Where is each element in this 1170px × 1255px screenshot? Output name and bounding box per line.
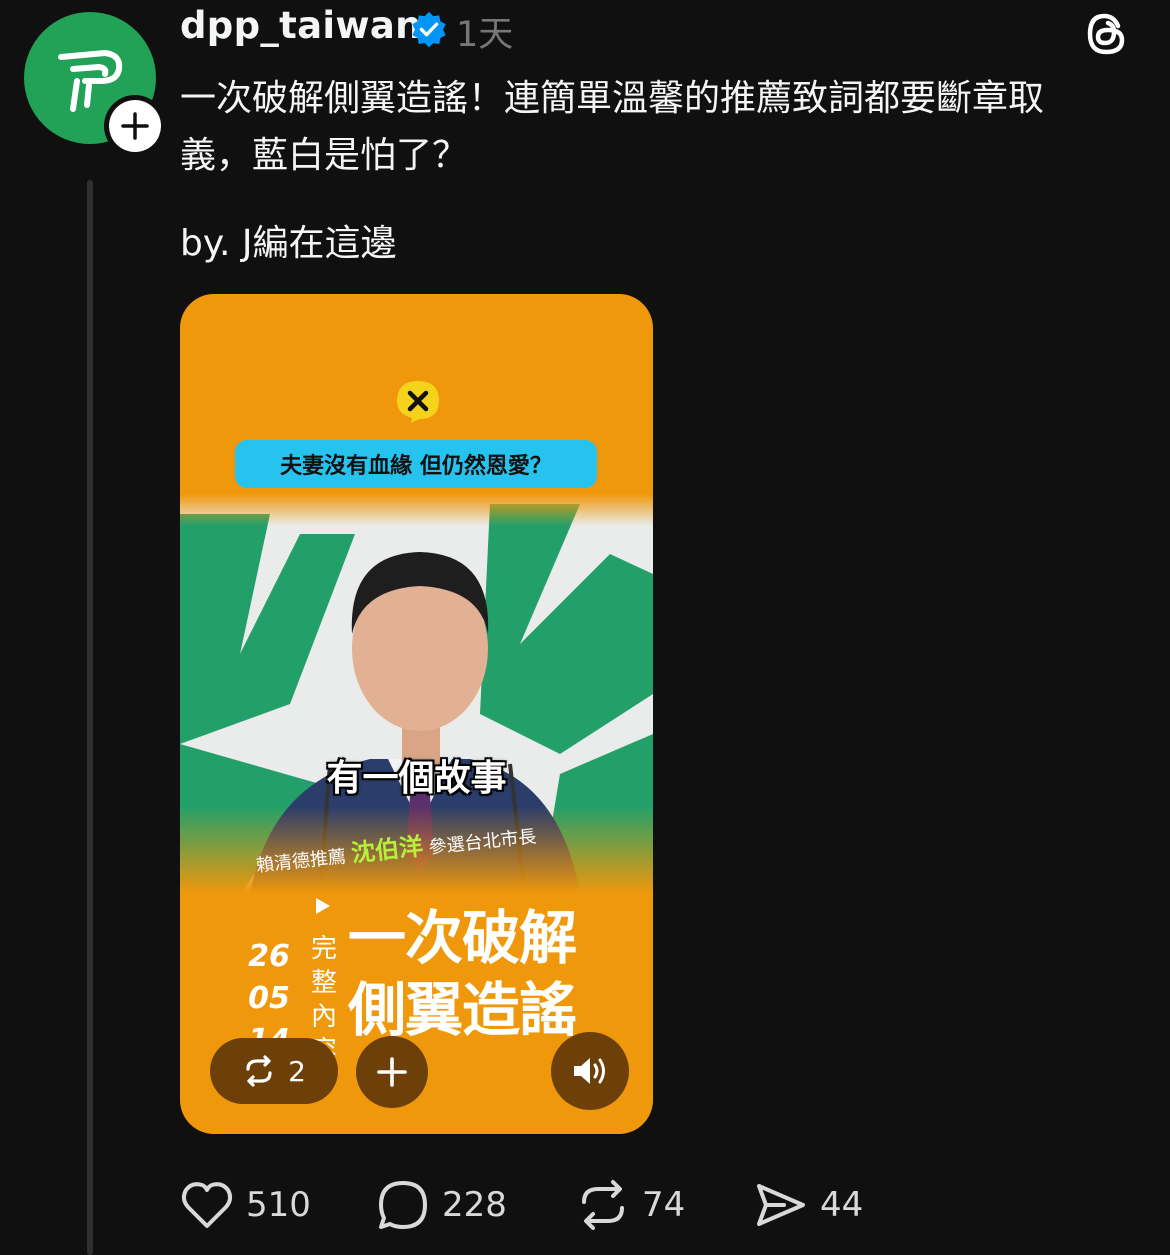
threads-logo-icon[interactable] <box>1080 8 1132 60</box>
repost-icon <box>582 1180 624 1230</box>
media-repost-count: 2 <box>288 1054 306 1088</box>
full-content-char: 整 <box>310 968 337 998</box>
post-text-line1: 一次破解側翼造謠！連簡單溫馨的推薦致詞都要斷章取 <box>180 78 1045 119</box>
question-banner: 夫妻沒有血緣 但仍然恩愛？ <box>235 440 597 488</box>
heart-icon <box>181 1182 233 1228</box>
share-icon <box>757 1184 805 1226</box>
media-repost-button[interactable]: 2 <box>210 1038 338 1104</box>
share-button[interactable]: 44 <box>754 1172 863 1238</box>
video-media[interactable]: 夫妻沒有血緣 但仍然恩愛？ 有一個故事 賴清德推薦 沈伯洋 參選台北市長 26 … <box>180 294 653 1134</box>
video-headline: 一次破解 側翼造謠 <box>348 902 577 1046</box>
headline-line2: 側翼造謠 <box>348 976 577 1044</box>
thread-line <box>87 180 93 1255</box>
add-icon <box>377 1057 407 1087</box>
full-content-char: 完 <box>310 934 337 964</box>
follow-button[interactable] <box>104 95 166 157</box>
reply-count: 228 <box>442 1185 507 1225</box>
speaker-icon <box>574 1058 605 1084</box>
repost-button[interactable]: 74 <box>576 1172 685 1238</box>
video-caption: 有一個故事 <box>326 758 507 799</box>
comment-icon <box>379 1181 427 1229</box>
full-content-char: 內 <box>310 1002 337 1032</box>
timestamp: 1天 <box>456 15 514 55</box>
share-count: 44 <box>820 1185 864 1225</box>
media-add-button[interactable] <box>356 1036 428 1108</box>
date-part: 26 <box>248 939 290 974</box>
username[interactable]: dpp_taiwan <box>180 4 422 47</box>
verified-badge-icon <box>412 11 446 48</box>
close-icon <box>397 381 439 423</box>
plus-icon <box>121 112 149 140</box>
post-text-line2: 義，藍白是怕了？ <box>180 135 469 176</box>
post-text: 一次破解側翼造謠！連簡單溫馨的推薦致詞都要斷章取 義，藍白是怕了？ <box>180 70 1130 184</box>
like-button[interactable]: 510 <box>180 1172 311 1238</box>
date-part: 05 <box>248 981 290 1016</box>
like-count: 510 <box>246 1185 311 1225</box>
repost-icon <box>246 1055 272 1087</box>
headline-line1: 一次破解 <box>348 904 577 972</box>
sound-toggle-button[interactable] <box>551 1032 629 1110</box>
post-signature: by. J編在這邊 <box>180 223 397 264</box>
repost-count: 74 <box>642 1185 686 1225</box>
reply-button[interactable]: 228 <box>376 1172 507 1238</box>
play-marker-icon <box>316 898 330 914</box>
